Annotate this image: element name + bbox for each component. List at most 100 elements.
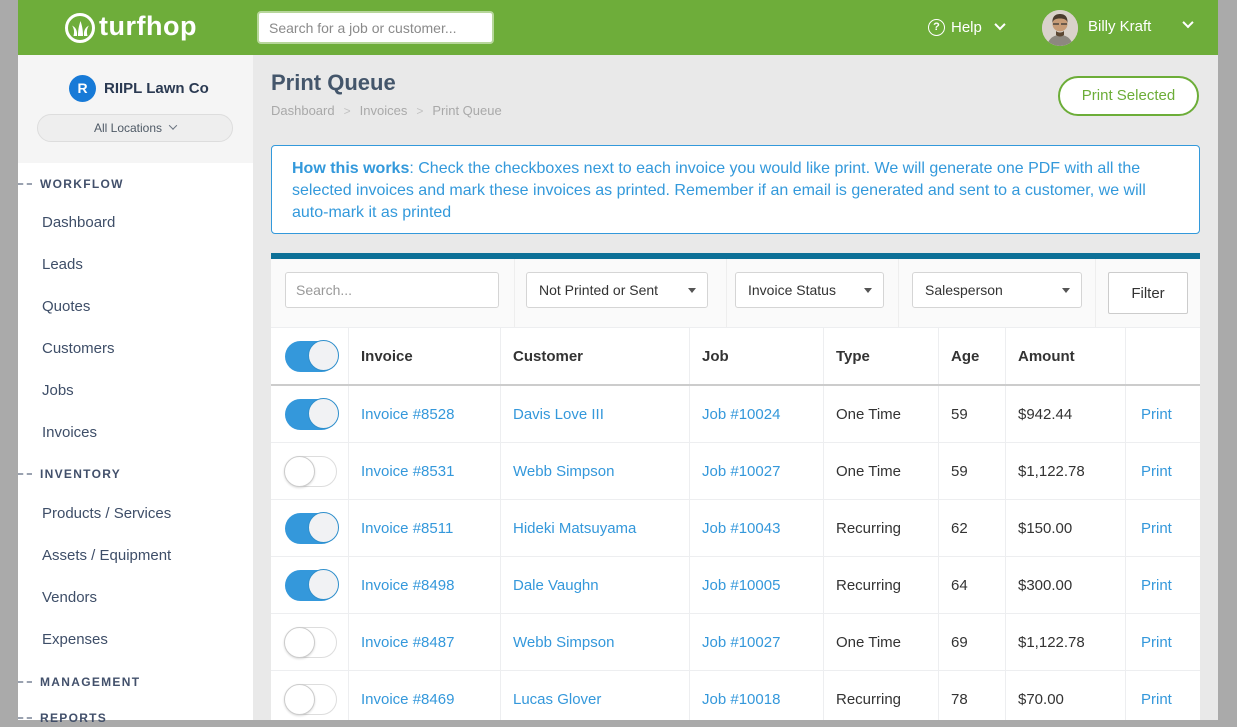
column-header-amount: Amount — [1005, 328, 1125, 384]
user-name[interactable]: Billy Kraft — [1088, 0, 1151, 55]
print-link[interactable]: Print — [1141, 520, 1172, 537]
age-cell: 59 — [938, 386, 1005, 442]
user-chevron-down-icon — [1182, 17, 1193, 28]
row-toggle[interactable] — [285, 399, 337, 430]
type-cell: Recurring — [823, 557, 938, 613]
job-link[interactable]: Job #10018 — [702, 691, 780, 708]
invoice-row-2: Invoice #8531Webb SimpsonJob #10027One T… — [271, 443, 1200, 500]
select-arrow-icon — [1062, 288, 1070, 293]
print-link[interactable]: Print — [1141, 463, 1172, 480]
sidebar-item-jobs[interactable]: Jobs — [18, 382, 253, 400]
sidebar-nav: WORKFLOW Dashboard Leads Quotes Customers Job… — [18, 55, 253, 720]
invoice-status-select[interactable]: Invoice Status — [735, 272, 884, 308]
print-link[interactable]: Print — [1141, 634, 1172, 651]
column-header-type: Type — [823, 328, 938, 384]
top-bar: turfhop ? Help Billy Kraft — [18, 0, 1218, 55]
invoice-link[interactable]: Invoice #8498 — [361, 577, 454, 594]
sidebar-item-dashboard[interactable]: Dashboard — [18, 214, 253, 232]
job-link[interactable]: Job #10043 — [702, 520, 780, 537]
global-search — [257, 11, 494, 44]
print-link[interactable]: Print — [1141, 691, 1172, 708]
job-link[interactable]: Job #10005 — [702, 577, 780, 594]
job-link[interactable]: Job #10024 — [702, 406, 780, 423]
breadcrumb-separator: > — [416, 104, 423, 118]
row-toggle[interactable] — [285, 456, 337, 487]
sidebar-item-vendors[interactable]: Vendors — [18, 589, 253, 607]
toggle-knob — [308, 398, 339, 429]
table-search-input[interactable] — [285, 272, 499, 308]
type-cell: One Time — [823, 386, 938, 442]
customer-link[interactable]: Dale Vaughn — [513, 577, 599, 594]
help-menu[interactable]: ? Help — [928, 0, 1004, 55]
breadcrumb-invoices[interactable]: Invoices — [360, 103, 408, 118]
amount-cell: $70.00 — [1005, 671, 1125, 720]
amount-cell: $300.00 — [1005, 557, 1125, 613]
help-label: Help — [951, 19, 982, 36]
sidebar-item-customers[interactable]: Customers — [18, 340, 253, 358]
table-header-row: Invoice Customer Job Type Age Amount — [271, 328, 1200, 386]
invoice-row-1: Invoice #8528 Davis Love III Job #10024 One… — [271, 386, 1200, 443]
toggle-knob — [284, 456, 315, 487]
row-toggle[interactable] — [285, 513, 337, 544]
sidebar-item-invoices[interactable]: Invoices — [18, 424, 253, 442]
page-title: Print Queue — [271, 70, 396, 96]
info-body: : Check the checkboxes next to each invo… — [292, 160, 1146, 221]
print-link[interactable]: Print — [1141, 577, 1172, 594]
sidebar: R RIIPL Lawn Co All Locations WORKFLOWDa… — [18, 55, 253, 720]
print-link[interactable]: Print — [1141, 406, 1172, 423]
invoice-link[interactable]: Invoice #8531 — [361, 463, 454, 480]
column-header-job: Job — [689, 328, 823, 384]
invoice-row-3: Invoice #8511 Hideki Matsuyama Job #10043 R… — [271, 500, 1200, 557]
sidebar-item-assets-equipment[interactable]: Assets / Equipment — [18, 547, 253, 565]
printed-filter-value: Not Printed or Sent — [539, 282, 658, 298]
salesperson-select[interactable]: Salesperson — [912, 272, 1082, 308]
amount-cell: $1,122.78 — [1005, 614, 1125, 670]
customer-link[interactable]: Webb Simpson — [513, 463, 614, 480]
main-content: Print Queue Dashboard>Invoices>Print Que… — [253, 55, 1218, 720]
sidebar-item-products-services[interactable]: Products / Services — [18, 505, 253, 523]
printed-filter-select[interactable]: Not Printed or Sent — [526, 272, 708, 308]
invoice-link[interactable]: Invoice #8487 — [361, 634, 454, 651]
customer-link[interactable]: Lucas Glover — [513, 691, 601, 708]
toggle-knob — [308, 569, 339, 600]
toggle-knob — [308, 340, 339, 371]
customer-link[interactable]: Hideki Matsuyama — [513, 520, 636, 537]
invoice-table: Invoice Customer Job Type Age Amount Inv… — [271, 328, 1200, 720]
info-box: How this works: Check the checkboxes nex… — [271, 145, 1200, 234]
job-link[interactable]: Job #10027 — [702, 634, 780, 651]
invoice-status-value: Invoice Status — [748, 282, 836, 298]
global-search-input[interactable] — [259, 13, 492, 42]
sidebar-item-expenses[interactable]: Expenses — [18, 631, 253, 649]
help-chevron-down-icon — [994, 18, 1005, 29]
invoice-row-5: Invoice #8487Webb SimpsonJob #10027One T… — [271, 614, 1200, 671]
sidebar-section-workflow: WORKFLOW — [18, 175, 253, 193]
filter-button[interactable]: Filter — [1108, 272, 1188, 314]
invoice-link[interactable]: Invoice #8511 — [361, 520, 453, 537]
sidebar-section-reports: REPORTS — [18, 709, 253, 727]
toggle-knob — [284, 627, 315, 658]
row-toggle[interactable] — [285, 570, 337, 601]
sidebar-item-quotes[interactable]: Quotes — [18, 298, 253, 316]
amount-cell: $1,122.78 — [1005, 443, 1125, 499]
invoice-link[interactable]: Invoice #8469 — [361, 691, 454, 708]
salesperson-value: Salesperson — [925, 282, 1003, 298]
breadcrumb: Dashboard>Invoices>Print Queue — [271, 103, 502, 118]
column-header-print — [1125, 328, 1200, 384]
row-toggle[interactable] — [285, 684, 337, 715]
invoice-link[interactable]: Invoice #8528 — [361, 406, 454, 423]
column-header-age: Age — [938, 328, 1005, 384]
brand-name: turfhop — [99, 0, 197, 55]
sidebar-item-leads[interactable]: Leads — [18, 256, 253, 274]
type-cell: Recurring — [823, 500, 938, 556]
select-all-toggle[interactable] — [285, 341, 337, 372]
customer-link[interactable]: Davis Love III — [513, 406, 604, 423]
select-arrow-icon — [688, 288, 696, 293]
type-cell: Recurring — [823, 671, 938, 720]
customer-link[interactable]: Webb Simpson — [513, 634, 614, 651]
breadcrumb-dashboard[interactable]: Dashboard — [271, 103, 335, 118]
invoice-row-6: Invoice #8469 Lucas Glover Job #10018 Recur… — [271, 671, 1200, 720]
job-link[interactable]: Job #10027 — [702, 463, 780, 480]
print-selected-button[interactable]: Print Selected — [1058, 76, 1199, 116]
user-avatar[interactable] — [1042, 10, 1078, 46]
row-toggle[interactable] — [285, 627, 337, 658]
